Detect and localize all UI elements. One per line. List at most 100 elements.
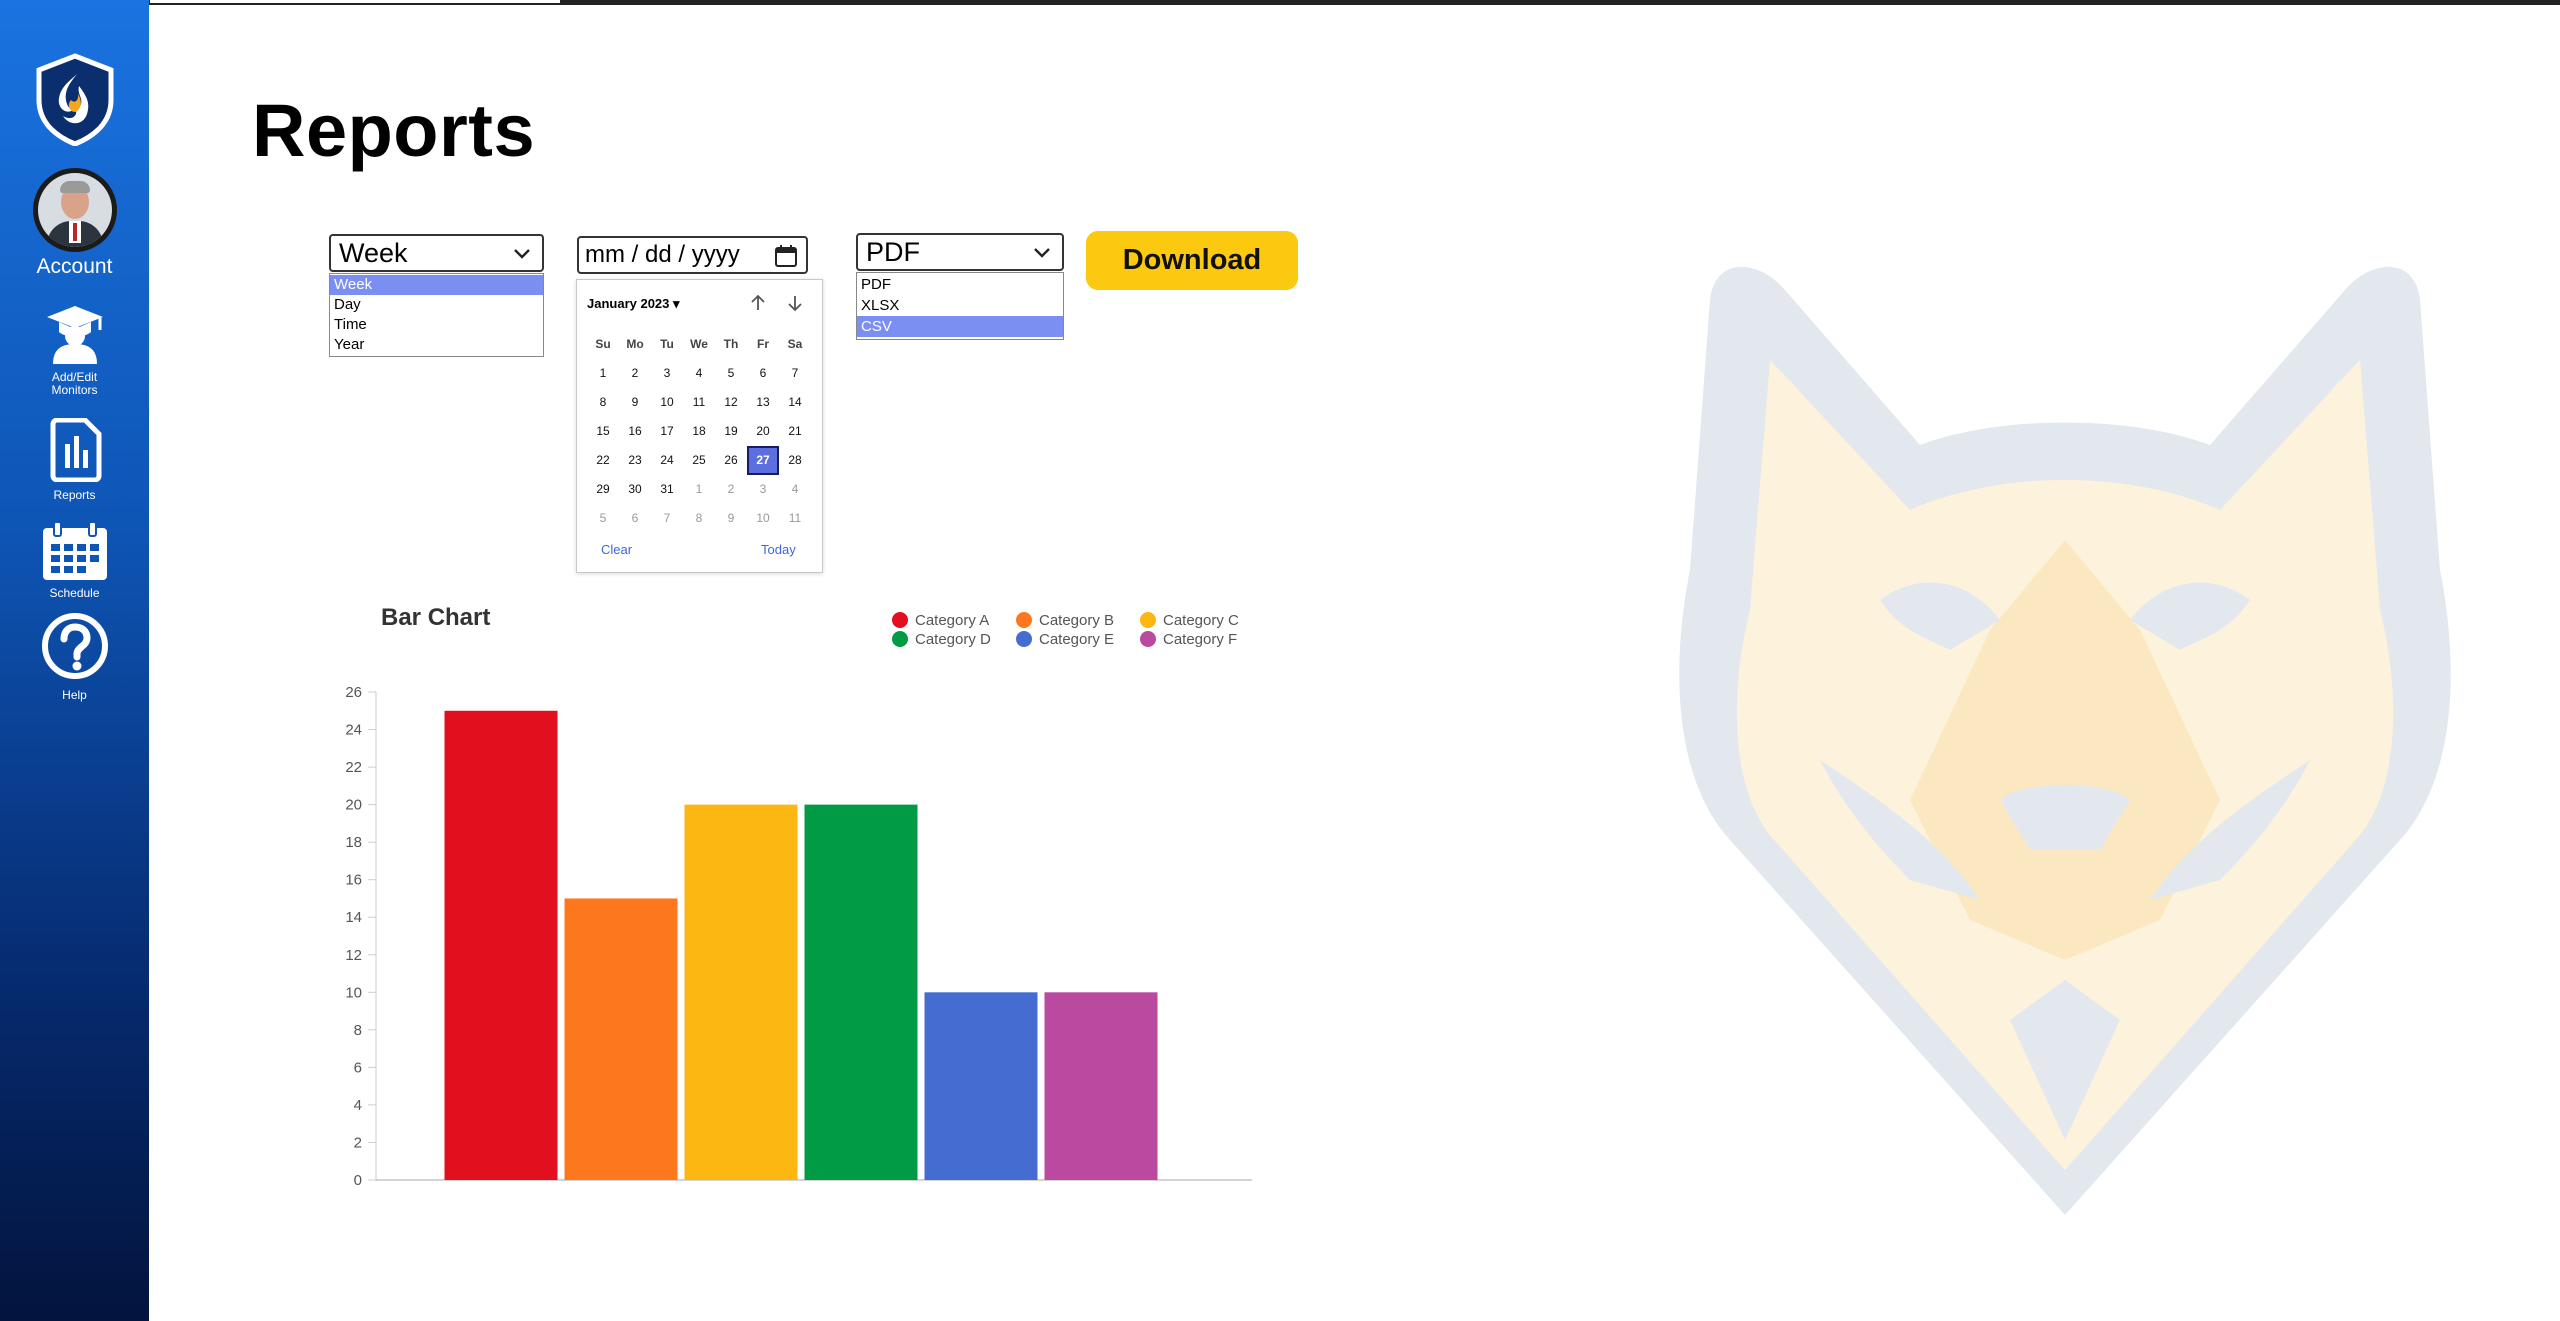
calendar-day[interactable]: 17 (651, 417, 683, 446)
chart-title: Bar Chart (381, 604, 491, 631)
legend-swatch (892, 631, 908, 647)
calendar-day-selected[interactable]: 27 (747, 446, 779, 475)
calendar-day[interactable]: 3 (747, 475, 779, 504)
period-listbox: Week Day Time Year (329, 273, 544, 357)
calendar-day[interactable]: 7 (651, 504, 683, 533)
calendar-day[interactable]: 2 (619, 359, 651, 388)
period-option[interactable]: Week (330, 275, 543, 295)
calendar-day[interactable]: 13 (747, 388, 779, 417)
calendar-day[interactable]: 7 (779, 359, 811, 388)
calendar-day[interactable]: 11 (683, 388, 715, 417)
calendar-day[interactable]: 12 (715, 388, 747, 417)
calendar-day[interactable]: 31 (651, 475, 683, 504)
sidebar-item-monitors[interactable]: Add/Edit Monitors (0, 302, 149, 397)
calendar-day[interactable]: 19 (715, 417, 747, 446)
calendar-day[interactable]: 6 (619, 504, 651, 533)
legend-item[interactable]: Category F (1140, 631, 1237, 649)
calendar-day[interactable]: 4 (779, 475, 811, 504)
y-tick-label: 6 (354, 1059, 362, 1076)
month-year-selector[interactable]: January 2023 ▾ (587, 296, 680, 312)
calendar-day[interactable]: 29 (587, 475, 619, 504)
sidebar-item-account[interactable]: Account (0, 168, 149, 279)
calendar-day[interactable]: 11 (779, 504, 811, 533)
calendar-day[interactable]: 9 (619, 388, 651, 417)
calendar-day[interactable]: 30 (619, 475, 651, 504)
legend-item[interactable]: Category C (1140, 612, 1239, 630)
help-icon (41, 613, 108, 679)
calendar-day[interactable]: 10 (651, 388, 683, 417)
bar-category-d[interactable] (804, 804, 918, 1180)
calendar-day[interactable]: 5 (715, 359, 747, 388)
bar-category-c[interactable] (684, 804, 798, 1180)
calendar-clear-button[interactable]: Clear (601, 542, 632, 557)
sidebar-item-help[interactable]: Help (0, 612, 149, 702)
calendar-day[interactable]: 22 (587, 446, 619, 475)
y-tick-label: 20 (345, 797, 362, 814)
format-listbox: PDF XLSX CSV (856, 272, 1064, 340)
legend-swatch (1016, 612, 1032, 628)
bar-category-e[interactable] (924, 992, 1038, 1180)
calendar-day[interactable]: 21 (779, 417, 811, 446)
page-title: Reports (252, 89, 536, 172)
calendar-icon (42, 521, 107, 580)
calendar-day[interactable]: 1 (683, 475, 715, 504)
calendar-day[interactable]: 23 (619, 446, 651, 475)
period-option[interactable]: Day (330, 295, 543, 315)
period-select[interactable]: Week (329, 234, 544, 272)
bar-category-f[interactable] (1044, 992, 1158, 1180)
calendar-day[interactable]: 4 (683, 359, 715, 388)
y-tick-label: 18 (345, 834, 362, 851)
sidebar: Account Add/Edit Monitors Reports Schedu… (0, 0, 149, 1321)
calendar-day[interactable]: 28 (779, 446, 811, 475)
format-option[interactable]: PDF (857, 274, 1063, 295)
weekday-label: Fr (757, 337, 769, 351)
sidebar-item-schedule[interactable]: Schedule (0, 520, 149, 600)
legend-label: Category C (1163, 612, 1239, 629)
calendar-day[interactable]: 9 (715, 504, 747, 533)
chevron-down-icon (1034, 248, 1050, 258)
calendar-day[interactable]: 20 (747, 417, 779, 446)
legend-item[interactable]: Category E (1016, 631, 1114, 649)
calendar-day[interactable]: 25 (683, 446, 715, 475)
calendar-day[interactable]: 15 (587, 417, 619, 446)
calendar-day[interactable]: 16 (619, 417, 651, 446)
avatar (32, 168, 117, 252)
calendar-day[interactable]: 14 (779, 388, 811, 417)
calendar-day[interactable]: 1 (587, 359, 619, 388)
calendar-picker-icon[interactable] (774, 244, 798, 268)
bar-category-a[interactable] (444, 710, 558, 1180)
chart-legend: Category A Category B Category C Categor… (888, 612, 1268, 652)
format-select[interactable]: PDF (856, 233, 1064, 271)
calendar-day[interactable]: 2 (715, 475, 747, 504)
format-option[interactable]: XLSX (857, 295, 1063, 316)
calendar-day[interactable]: 5 (587, 504, 619, 533)
sidebar-item-reports[interactable]: Reports (0, 417, 149, 502)
calendar-week: 8 9 10 11 12 13 14 (587, 388, 811, 417)
format-option[interactable]: CSV (857, 316, 1063, 337)
period-option[interactable]: Year (330, 335, 543, 355)
calendar-day[interactable]: 8 (587, 388, 619, 417)
calendar-day[interactable]: 26 (715, 446, 747, 475)
app-logo[interactable] (0, 52, 149, 151)
calendar-day[interactable]: 6 (747, 359, 779, 388)
legend-item[interactable]: Category D (892, 631, 991, 649)
sidebar-item-label: Help (62, 688, 87, 702)
arrow-down-icon[interactable] (784, 292, 806, 314)
calendar-day[interactable]: 8 (683, 504, 715, 533)
legend-item[interactable]: Category B (1016, 612, 1114, 630)
calendar-day[interactable]: 18 (683, 417, 715, 446)
download-button[interactable]: Download (1086, 231, 1298, 290)
calendar-today-button[interactable]: Today (761, 542, 796, 557)
legend-label: Category A (915, 612, 990, 629)
period-select-value: Week (339, 238, 408, 268)
calendar-day[interactable]: 24 (651, 446, 683, 475)
arrow-up-icon[interactable] (747, 292, 769, 314)
weekday-label: Tu (660, 337, 674, 351)
calendar-day[interactable]: 3 (651, 359, 683, 388)
period-option[interactable]: Time (330, 315, 543, 335)
legend-item[interactable]: Category A (892, 612, 989, 630)
calendar-day[interactable]: 10 (747, 504, 779, 533)
date-input[interactable]: mm / dd / yyyy (577, 236, 808, 274)
bar-category-b[interactable] (564, 898, 678, 1180)
chevron-down-icon (514, 249, 530, 259)
